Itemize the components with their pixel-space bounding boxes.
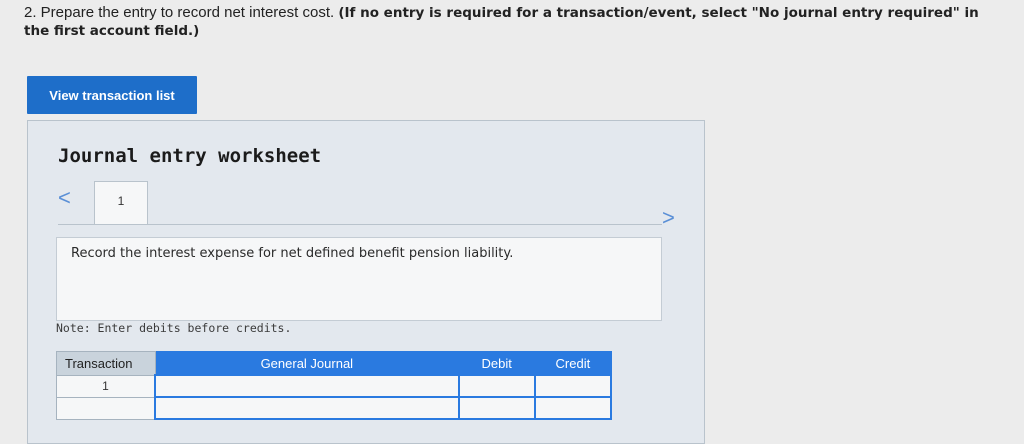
view-transaction-list-button[interactable]: View transaction list: [27, 76, 197, 114]
worksheet-title: Journal entry worksheet: [58, 145, 322, 167]
question-prompt: 2. Prepare the entry to record net inter…: [24, 4, 984, 40]
credit-cell[interactable]: [533, 374, 613, 398]
transaction-description: Record the interest expense for net defi…: [56, 237, 662, 321]
table-row: 1: [56, 374, 613, 398]
journal-table: Transaction General Journal Debit Credit…: [56, 351, 613, 420]
debit-input[interactable]: [465, 376, 532, 396]
header-debit: Debit: [458, 351, 536, 376]
chevron-right-icon[interactable]: >: [662, 205, 675, 231]
tab-transaction-1[interactable]: 1: [94, 181, 148, 225]
description-text: Record the interest expense for net defi…: [71, 246, 514, 261]
debit-cell[interactable]: [457, 396, 536, 420]
account-input[interactable]: [162, 398, 456, 418]
table-row: [56, 396, 613, 420]
credit-input[interactable]: [541, 376, 608, 396]
transaction-number-cell: [56, 396, 156, 420]
debit-input[interactable]: [465, 398, 532, 418]
header-credit: Credit: [534, 351, 612, 376]
credit-input[interactable]: [541, 398, 608, 418]
worksheet-note: Note: Enter debits before credits.: [56, 321, 292, 335]
journal-entry-worksheet: Journal entry worksheet < 1 > Record the…: [27, 120, 705, 444]
header-general-journal: General Journal: [154, 351, 460, 376]
account-input[interactable]: [162, 376, 456, 396]
transaction-number-cell: 1: [56, 374, 156, 398]
page: 2. Prepare the entry to record net inter…: [0, 0, 1024, 444]
journal-header-row: Transaction General Journal Debit Credit: [56, 351, 612, 376]
question-text: 2. Prepare the entry to record net inter…: [24, 4, 339, 21]
chevron-left-icon[interactable]: <: [58, 185, 71, 211]
debit-cell[interactable]: [457, 374, 536, 398]
account-cell[interactable]: [154, 396, 460, 420]
tab-strip-divider: [58, 224, 662, 225]
account-cell[interactable]: [154, 374, 460, 398]
header-transaction: Transaction: [56, 351, 156, 376]
credit-cell[interactable]: [533, 396, 613, 420]
